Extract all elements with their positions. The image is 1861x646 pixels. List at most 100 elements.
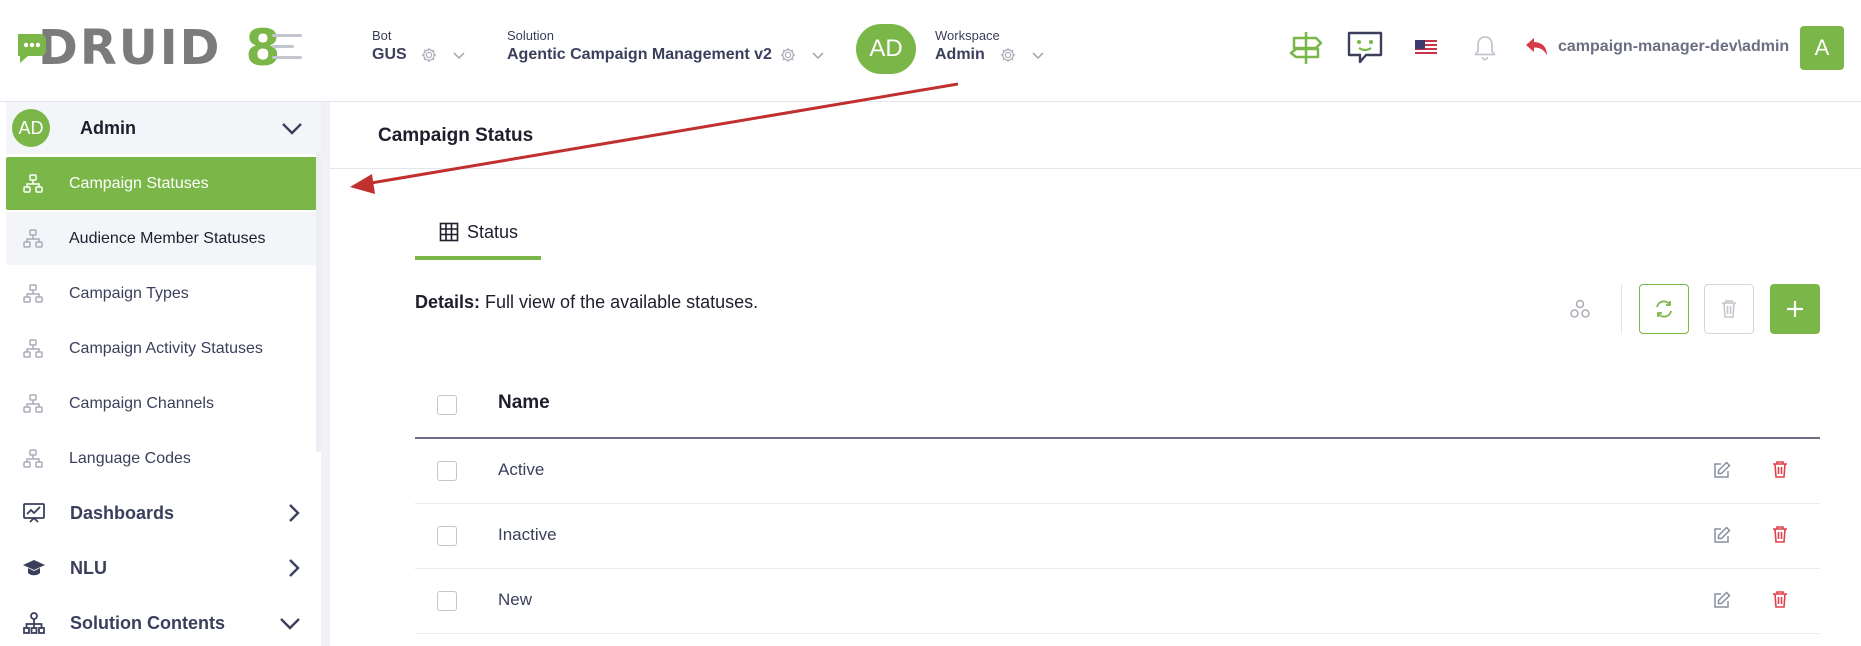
bell-icon[interactable] <box>1474 34 1496 62</box>
workspace-chevron-down-icon[interactable] <box>1031 48 1045 62</box>
details-label: Details: <box>415 292 481 312</box>
sidebar-gutter <box>321 102 330 646</box>
sidebar-item-campaign-activity-statuses[interactable]: Campaign Activity Statuses <box>6 322 321 375</box>
solution-selector[interactable]: Solution Agentic Campaign Management v2 <box>507 28 824 66</box>
sidebar-user-avatar: AD <box>12 109 50 147</box>
sidebar-section-label: Solution Contents <box>70 612 225 633</box>
select-all-checkbox[interactable] <box>437 395 457 415</box>
sidebar-item-label: Campaign Channels <box>69 394 214 412</box>
signpost-icon[interactable] <box>1286 30 1326 66</box>
dashboard-chart-icon <box>23 503 45 523</box>
chevron-right-icon <box>289 559 300 577</box>
sidebar-item-label: Campaign Statuses <box>69 174 209 192</box>
column-header-name[interactable]: Name <box>498 392 550 414</box>
us-flag-icon[interactable] <box>1415 40 1437 56</box>
solution-value: Agentic Campaign Management v2 <box>507 46 772 63</box>
sidebar-item-campaign-statuses[interactable]: Campaign Statuses <box>6 157 321 210</box>
hierarchy-icon <box>23 228 43 248</box>
table-grid-icon <box>439 222 459 242</box>
back-arrow-icon[interactable] <box>1524 36 1550 60</box>
menu-toggle-icon[interactable] <box>272 34 302 62</box>
sidebar: AD Admin Campaign Statuses Audience Memb… <box>0 102 330 646</box>
workspace-avatar[interactable]: AD <box>856 24 916 74</box>
edit-icon[interactable] <box>1713 461 1731 479</box>
bot-gear-icon[interactable] <box>420 46 438 64</box>
sidebar-item-campaign-channels[interactable]: Campaign Channels <box>6 377 321 430</box>
sidebar-user-name: Admin <box>80 117 136 138</box>
page-header: Campaign Status <box>330 102 1861 169</box>
chevron-right-icon <box>289 504 300 522</box>
details-text: Details: Full view of the available stat… <box>415 292 758 313</box>
solution-label: Solution <box>507 28 554 43</box>
row-checkbox[interactable] <box>437 461 457 481</box>
chevron-down-icon[interactable] <box>281 118 303 138</box>
user-avatar[interactable]: A <box>1800 26 1844 70</box>
sidebar-section-label: Dashboards <box>70 502 175 523</box>
hierarchy-icon <box>23 173 43 193</box>
table-header: Name <box>415 370 1820 439</box>
trash-icon <box>1722 300 1736 318</box>
chat-bot-icon[interactable] <box>1346 30 1384 66</box>
druid-logo[interactable]: DRUID 8 <box>14 22 280 74</box>
bot-value: GUS <box>372 46 407 63</box>
sidebar-section-label: NLU <box>70 557 107 578</box>
row-name: New <box>498 590 533 609</box>
plus-icon <box>1787 301 1803 317</box>
delete-icon[interactable] <box>1772 590 1788 609</box>
solution-chevron-down-icon[interactable] <box>811 48 825 62</box>
row-name: Active <box>498 460 545 479</box>
bulk-delete-button[interactable] <box>1704 284 1754 334</box>
bot-selector[interactable]: Bot GUS <box>372 28 465 66</box>
tab-status[interactable]: Status <box>415 208 541 260</box>
chevron-down-icon <box>280 618 300 630</box>
add-button[interactable] <box>1770 284 1820 334</box>
workspace-gear-icon[interactable] <box>999 46 1017 64</box>
sidebar-item-audience-member-statuses[interactable]: Audience Member Statuses <box>6 212 321 265</box>
refresh-icon <box>1656 300 1672 318</box>
row-checkbox[interactable] <box>437 591 457 611</box>
workspace-label: Workspace <box>935 28 1000 43</box>
toolbar-divider <box>1621 284 1622 334</box>
three-circles-icon <box>1570 299 1590 318</box>
bot-label: Bot <box>372 28 392 43</box>
workspace-value: Admin <box>935 46 985 63</box>
sidebar-section-dashboards[interactable]: Dashboards <box>6 486 321 540</box>
refresh-button[interactable] <box>1639 284 1689 334</box>
hierarchy-icon <box>23 393 43 413</box>
solution-gear-icon[interactable] <box>779 46 797 64</box>
org-structure-icon <box>23 612 45 634</box>
sidebar-user-header[interactable]: AD Admin <box>6 102 321 154</box>
page-title: Campaign Status <box>378 125 534 146</box>
sidebar-item-campaign-types[interactable]: Campaign Types <box>6 267 321 320</box>
hierarchy-icon <box>23 448 43 468</box>
top-header: DRUID 8 Bot GUS Solution Agentic Campaig… <box>0 0 1861 102</box>
user-name[interactable]: campaign-manager-dev\admin <box>1558 38 1789 56</box>
delete-icon[interactable] <box>1772 460 1788 479</box>
workspace-selector[interactable]: Workspace Admin <box>935 28 1044 66</box>
table-row[interactable]: Inactive <box>415 504 1820 569</box>
hierarchy-view-button[interactable] <box>1555 284 1605 334</box>
chat-bubble-logo-icon <box>18 34 46 63</box>
row-name: Inactive <box>498 525 557 544</box>
edit-icon[interactable] <box>1713 526 1731 544</box>
sidebar-section-solution-contents[interactable]: Solution Contents <box>6 596 321 646</box>
sidebar-item-label: Audience Member Statuses <box>69 229 266 247</box>
edit-icon[interactable] <box>1713 591 1731 609</box>
sidebar-item-label: Campaign Activity Statuses <box>69 339 263 357</box>
sidebar-item-label: Language Codes <box>69 449 191 467</box>
hierarchy-icon <box>23 283 43 303</box>
details-description: Full view of the available statuses. <box>485 292 759 312</box>
row-checkbox[interactable] <box>437 526 457 546</box>
delete-icon[interactable] <box>1772 525 1788 544</box>
tab-label: Status <box>467 221 519 242</box>
table-row[interactable]: New <box>415 569 1820 634</box>
sidebar-item-label: Campaign Types <box>69 284 189 302</box>
status-table: Name Active Inactive New <box>415 370 1820 634</box>
graduation-cap-icon <box>23 560 45 576</box>
sidebar-section-nlu[interactable]: NLU <box>6 541 321 595</box>
sidebar-item-language-codes[interactable]: Language Codes <box>6 432 321 485</box>
hierarchy-icon <box>23 338 43 358</box>
table-row[interactable]: Active <box>415 439 1820 504</box>
logo-text: DRUID <box>38 20 222 76</box>
bot-chevron-down-icon[interactable] <box>452 48 466 62</box>
